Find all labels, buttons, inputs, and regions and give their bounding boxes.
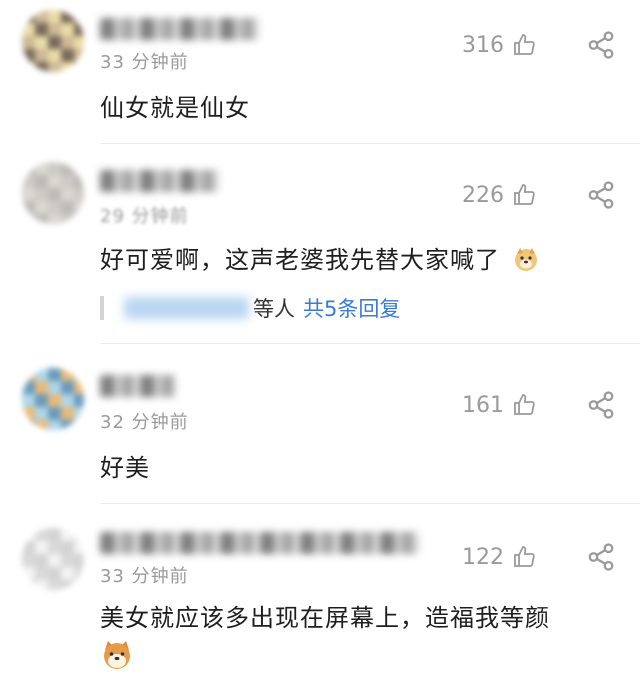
avatar-tile <box>74 580 84 590</box>
username[interactable] <box>100 375 175 397</box>
comment-time: 32 分钟前 <box>100 412 189 433</box>
comment-item: 29 分钟前 226 好可爱啊，这声老婆我先替大家喊了 等人 共5条回复 <box>0 150 640 340</box>
comment-item: 33 分钟前 122 美女就应该多出现在屏幕上，造福我等颜 <box>0 510 640 687</box>
avatar[interactable] <box>22 368 84 430</box>
avatar-tile <box>74 62 84 72</box>
share-icon[interactable] <box>586 180 616 210</box>
reply-others: 等人 <box>253 297 295 321</box>
comment-item: 33 分钟前 316 仙女就是仙女 <box>0 0 640 150</box>
avatar[interactable] <box>22 162 84 224</box>
divider <box>100 503 640 504</box>
comment-item: 32 分钟前 161 好美 <box>0 350 640 500</box>
like-button[interactable]: 316 <box>462 30 542 60</box>
doge-emoji <box>514 248 537 271</box>
like-count: 226 <box>462 182 504 208</box>
comment-text: 好可爱啊，这声老婆我先替大家喊了 <box>100 240 539 275</box>
reply-bar <box>100 296 104 320</box>
shiba-emoji <box>104 641 130 669</box>
username[interactable] <box>100 18 260 40</box>
comment-time: 33 分钟前 <box>100 566 189 587</box>
comment-text: 好美 <box>100 454 150 482</box>
thumbs-up-icon <box>514 184 535 205</box>
share-icon[interactable] <box>586 30 616 60</box>
thumbs-up-icon <box>514 546 535 567</box>
divider <box>100 143 640 144</box>
share-icon[interactable] <box>586 390 616 420</box>
comment-text: 美女就应该多出现在屏幕上，造福我等颜 <box>100 604 550 632</box>
reply-summary[interactable]: 等人 共5条回复 <box>100 292 400 324</box>
avatar-tile <box>74 214 84 224</box>
avatar-tile <box>74 420 84 430</box>
comment-time: 29 分钟前 <box>100 206 189 227</box>
divider <box>100 343 640 344</box>
thumbs-up-icon <box>514 34 535 55</box>
like-count: 161 <box>462 392 504 418</box>
reply-count-link[interactable]: 共5条回复 <box>303 293 400 323</box>
avatar[interactable] <box>22 528 84 590</box>
reply-username[interactable] <box>124 297 249 319</box>
comment-text: 仙女就是仙女 <box>100 94 250 122</box>
thumbs-up-icon <box>514 394 535 415</box>
share-icon[interactable] <box>586 542 616 572</box>
comment-text-body: 好可爱啊，这声老婆我先替大家喊了 <box>100 246 500 274</box>
like-count: 316 <box>462 32 504 58</box>
like-button[interactable]: 161 <box>462 390 542 420</box>
like-count: 122 <box>462 544 504 570</box>
username[interactable] <box>100 170 220 192</box>
like-button[interactable]: 226 <box>462 180 542 210</box>
comment-time: 33 分钟前 <box>100 52 189 73</box>
like-button[interactable]: 122 <box>462 542 542 572</box>
avatar[interactable] <box>22 10 84 72</box>
username[interactable] <box>100 532 420 554</box>
